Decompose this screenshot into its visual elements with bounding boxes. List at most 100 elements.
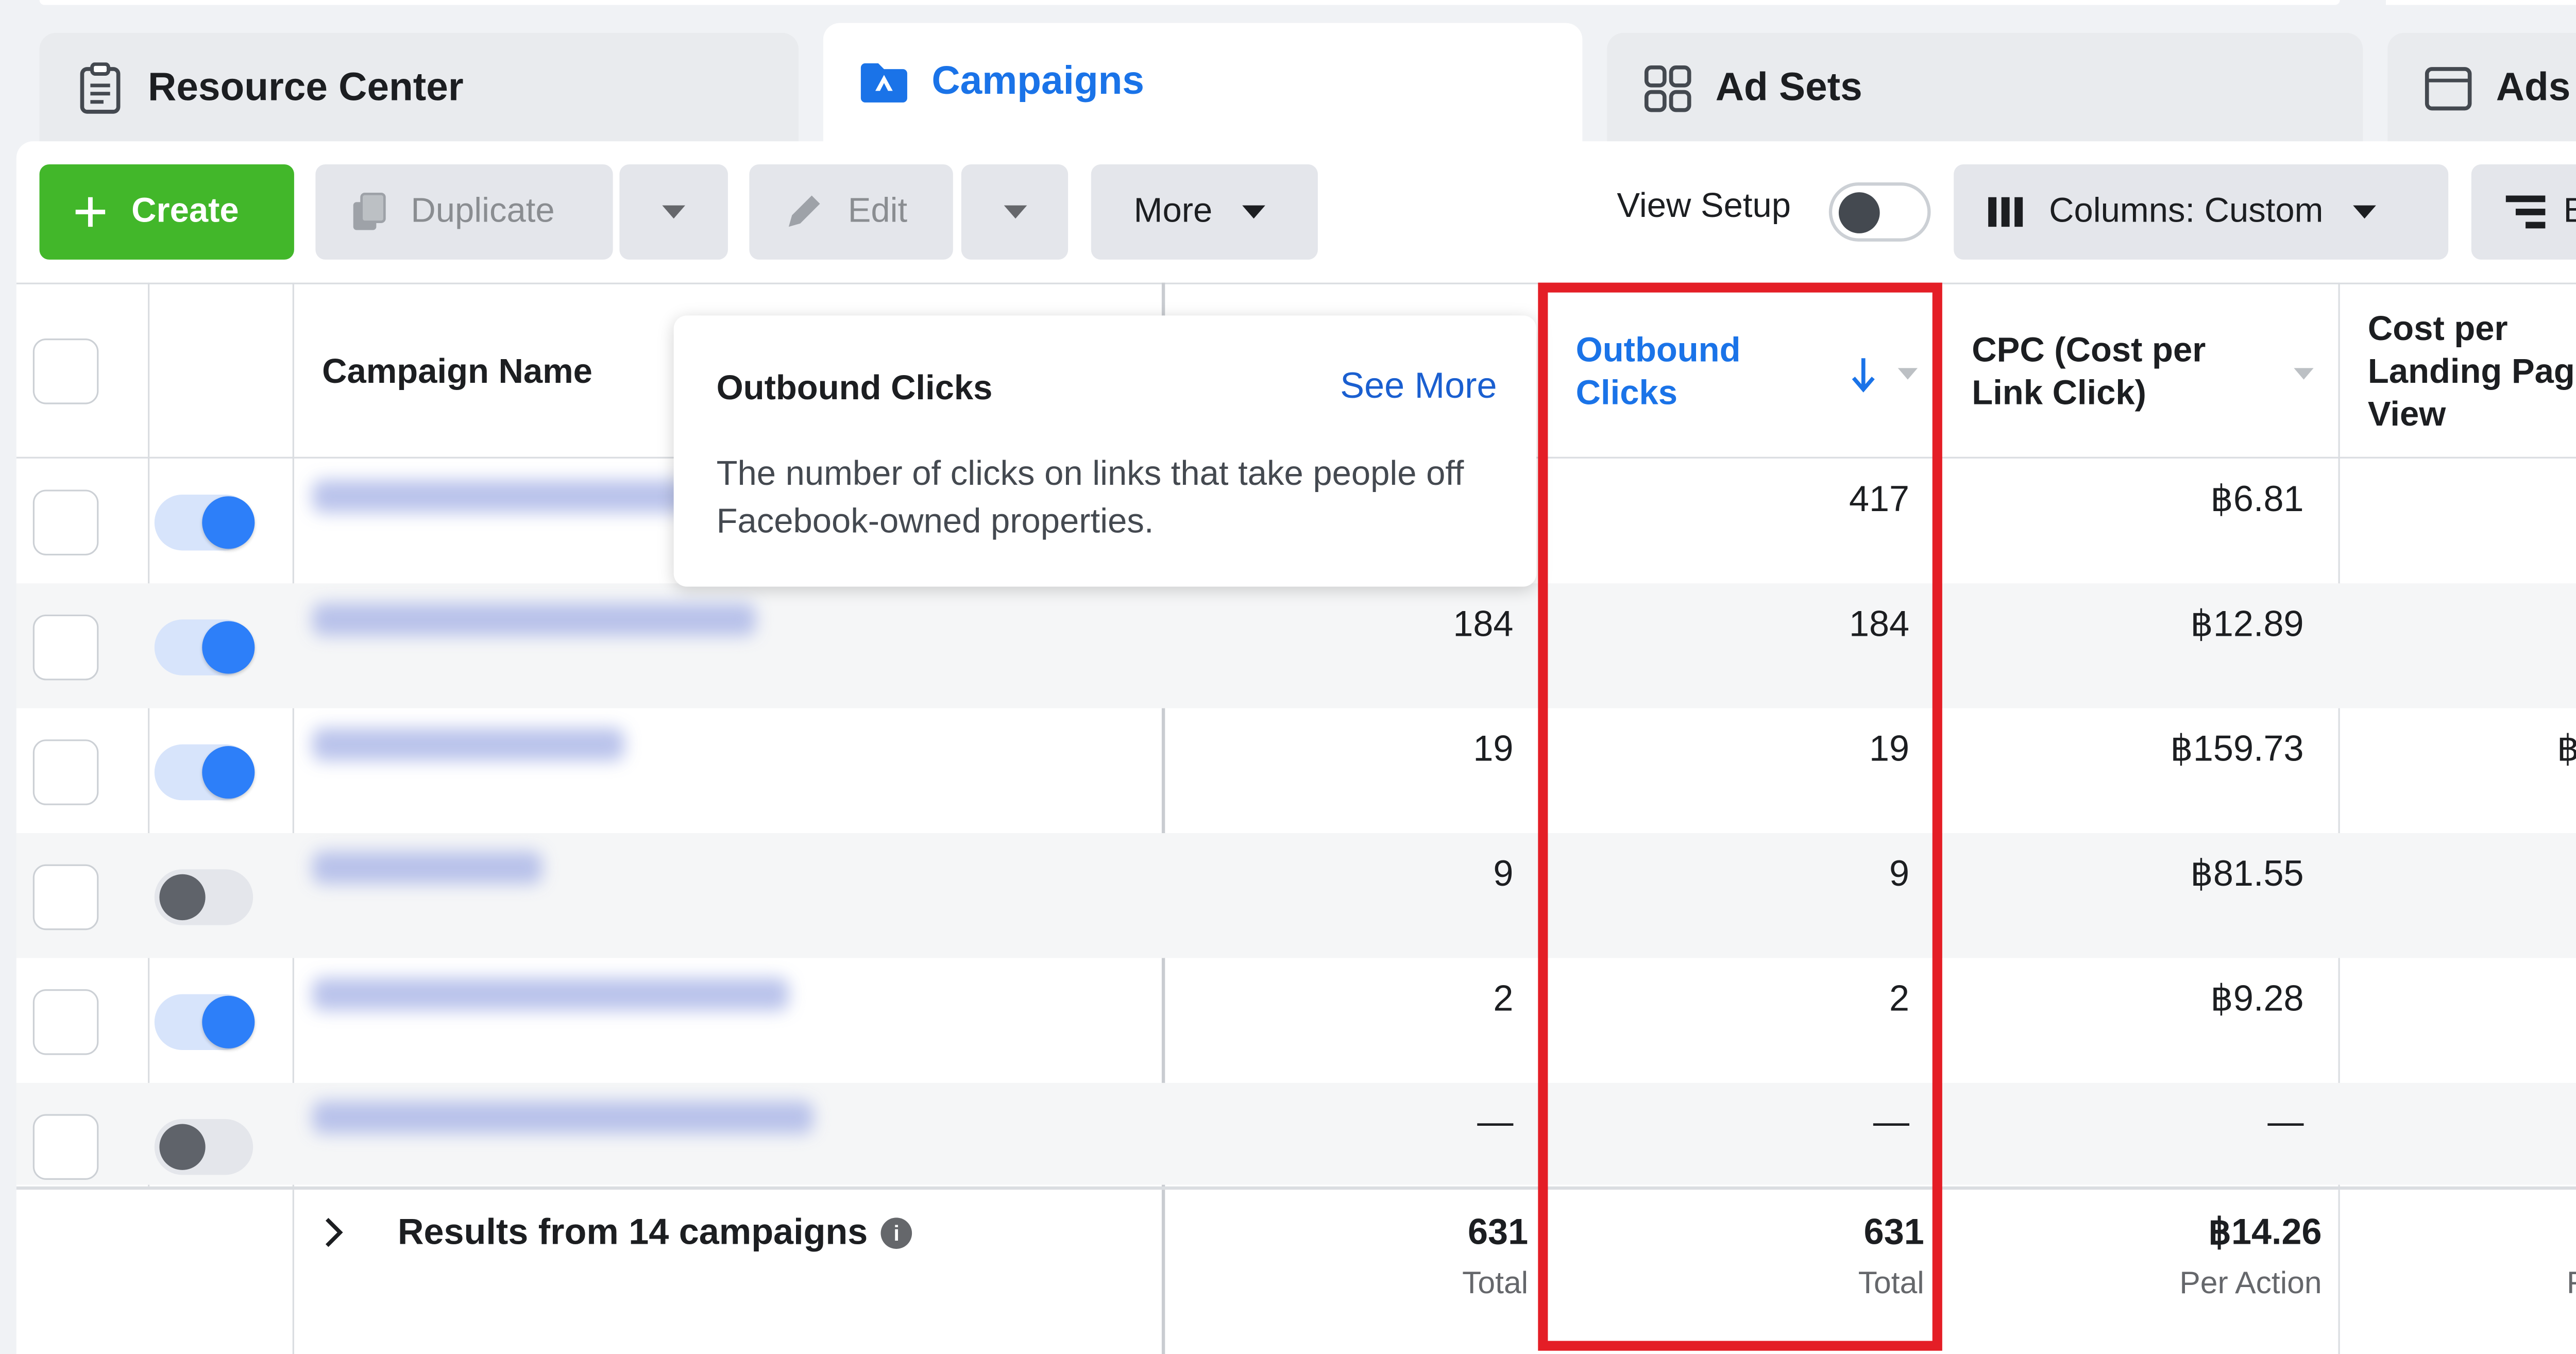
edit-dropdown-button[interactable]	[961, 164, 1069, 260]
ad-window-icon	[2424, 61, 2473, 116]
view-setup-label: View Setup	[1617, 187, 1791, 225]
column-divider	[2338, 1190, 2340, 1354]
chevron-down-icon	[662, 205, 685, 219]
cpc-value: ฿12.89	[2190, 603, 2304, 645]
chevron-down-icon	[1003, 205, 1026, 219]
results-total: 631	[1468, 1211, 1529, 1253]
result-value: —	[1477, 1101, 1514, 1142]
tab-label: Ad Sets	[1715, 65, 1862, 110]
result-value: 19	[1473, 727, 1514, 769]
result-value: 184	[1453, 603, 1514, 645]
campaign-name-redacted[interactable]	[312, 977, 789, 1011]
info-icon[interactable]: i	[880, 1217, 912, 1249]
campaign-status-toggle[interactable]	[154, 994, 255, 1051]
cpc-value: ฿6.81	[2210, 478, 2304, 519]
chevron-down-icon	[2352, 205, 2376, 219]
campaign-status-toggle[interactable]	[154, 495, 255, 551]
row-checkbox[interactable]	[32, 864, 99, 930]
tab-resource-center[interactable]: Resource Center	[39, 32, 799, 145]
breakdown-label: B	[2563, 192, 2576, 232]
top-bar-edge	[39, 0, 2340, 5]
clipboard-icon	[76, 61, 125, 116]
results-label: Results from 14 campaigns	[397, 1211, 868, 1253]
campaign-status-toggle[interactable]	[154, 744, 255, 801]
campaign-name-redacted[interactable]	[312, 727, 624, 761]
campaign-status-toggle[interactable]	[154, 1119, 253, 1175]
toggle-knob	[1838, 192, 1880, 233]
campaign-name-redacted[interactable]	[312, 1101, 814, 1134]
table-row[interactable]	[16, 958, 2576, 1082]
toggle-knob	[202, 496, 255, 549]
create-label: Create	[131, 192, 239, 230]
plus-icon	[75, 197, 106, 227]
breakdown-icon	[2505, 195, 2546, 229]
chevron-right-icon[interactable]	[322, 1216, 345, 1249]
duplicate-dropdown-button[interactable]	[619, 164, 728, 260]
more-button[interactable]: More	[1091, 164, 1318, 260]
cpc-total-label: Per Action	[2179, 1267, 2322, 1302]
header-line: Landing Pag	[2367, 353, 2575, 392]
tab-label: Resource Center	[148, 65, 464, 110]
cpc-total: ฿14.26	[2208, 1211, 2322, 1253]
toggle-knob	[159, 1124, 206, 1170]
top-bar-edge-right	[2386, 0, 2576, 5]
tab-label: Campaigns	[931, 59, 1145, 104]
header-line: Cost per	[2367, 310, 2508, 349]
row-checkbox[interactable]	[32, 1114, 99, 1180]
column-divider	[292, 1190, 294, 1354]
row-checkbox[interactable]	[32, 739, 99, 805]
ads-manager-screen: Resource Center Campaigns Ad Sets Ads Cr…	[0, 0, 2576, 1354]
campaign-name-redacted[interactable]	[312, 851, 543, 884]
toggle-knob	[202, 995, 255, 1048]
table-top-border	[16, 282, 2576, 284]
create-button[interactable]: Create	[39, 164, 294, 260]
more-label: More	[1133, 192, 1213, 230]
results-summary: Results from 14 campaigns i	[398, 1211, 912, 1254]
cost-per-landing-page-view-value: ฿	[2557, 728, 2576, 771]
campaign-name-redacted[interactable]	[312, 480, 690, 513]
select-all-checkbox[interactable]	[32, 338, 99, 404]
campaign-name-header[interactable]: Campaign Name	[322, 352, 592, 395]
columns-icon	[1988, 197, 2023, 227]
tab-ads[interactable]: Ads	[2387, 32, 2576, 145]
duplicate-icon	[353, 192, 386, 230]
row-checkbox[interactable]	[32, 489, 99, 556]
cpc-value: —	[2267, 1101, 2304, 1142]
cost-per-landing-page-view-total-label: F	[2567, 1267, 2576, 1303]
chevron-down-icon[interactable]	[2294, 368, 2314, 380]
duplicate-button[interactable]: Duplicate	[315, 164, 613, 260]
campaign-status-toggle[interactable]	[154, 869, 253, 925]
view-setup-toggle[interactable]	[1828, 182, 1931, 242]
see-more-link[interactable]: See More	[1340, 365, 1497, 408]
campaign-status-toggle[interactable]	[154, 619, 255, 675]
outbound-clicks-highlight	[1538, 282, 1942, 1351]
header-line: Link Click)	[1972, 375, 2147, 413]
grid-icon	[1643, 61, 1692, 116]
header-line: CPC (Cost per	[1972, 332, 2206, 370]
cpc-value: ฿81.55	[2190, 853, 2304, 894]
edit-label: Edit	[848, 192, 908, 230]
chevron-down-icon	[1242, 205, 1265, 219]
cpc-header[interactable]: CPC (Cost per Link Click)	[1972, 330, 2206, 416]
campaign-name-redacted[interactable]	[312, 603, 756, 636]
pencil-icon	[788, 195, 820, 227]
row-checkbox[interactable]	[32, 614, 99, 681]
toggle-knob	[202, 746, 255, 799]
tab-ad-sets[interactable]: Ad Sets	[1607, 32, 2363, 145]
row-checkbox[interactable]	[32, 989, 99, 1055]
result-value: 9	[1493, 853, 1514, 894]
toggle-knob	[202, 621, 255, 674]
toggle-knob	[159, 874, 206, 921]
columns-label: Columns: Custom	[2049, 192, 2324, 230]
header-line: View	[2367, 396, 2446, 434]
tab-label: Ads	[2496, 65, 2571, 110]
column-info-tooltip: Outbound Clicks See More The number of c…	[673, 315, 1537, 587]
edit-button[interactable]: Edit	[749, 164, 953, 260]
columns-button[interactable]: Columns: Custom	[1954, 164, 2449, 260]
cost-per-landing-page-view-header[interactable]: Cost per Landing Pag View	[2368, 309, 2575, 437]
cpc-value: ฿159.73	[2170, 727, 2304, 769]
duplicate-label: Duplicate	[411, 192, 555, 230]
tooltip-title: Outbound Clicks	[716, 369, 993, 408]
tab-campaigns[interactable]: Campaigns	[823, 23, 1583, 155]
breakdown-button[interactable]: B	[2471, 164, 2576, 260]
